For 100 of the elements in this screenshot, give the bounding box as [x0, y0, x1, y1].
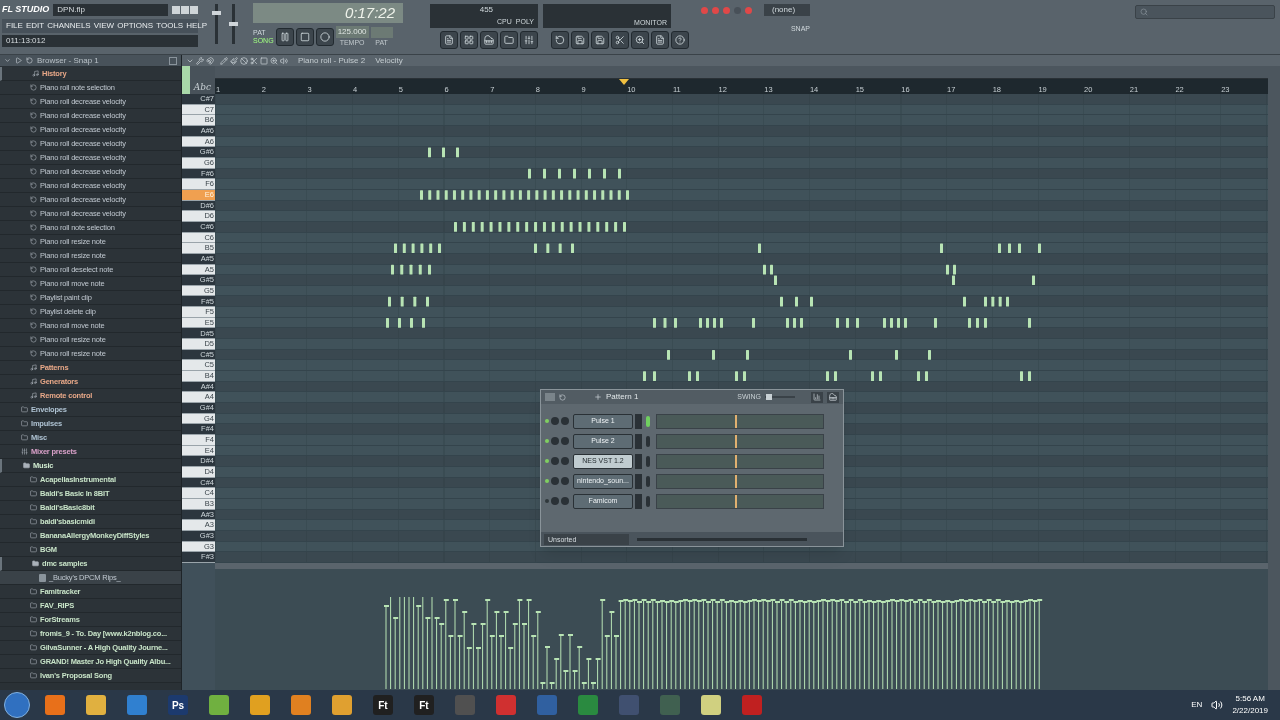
snap-dropdown[interactable]: (none)	[764, 4, 810, 16]
help-button[interactable]	[671, 31, 689, 49]
volume-knob[interactable]	[561, 477, 569, 485]
scrollbar[interactable]	[1268, 66, 1280, 690]
pan-knob[interactable]	[551, 437, 559, 445]
taskbar-app[interactable]	[86, 695, 106, 715]
key-label-button[interactable]: Abc	[190, 66, 215, 94]
restore-icon[interactable]	[181, 5, 189, 14]
clock-date[interactable]: 2/22/2019	[1232, 705, 1268, 717]
taskbar-app[interactable]	[291, 695, 311, 715]
taskbar-app[interactable]: Ft	[373, 695, 393, 715]
graph-button[interactable]	[811, 391, 823, 403]
taskbar-app[interactable]	[250, 695, 270, 715]
playhead-marker[interactable]	[619, 79, 629, 85]
zoom-button[interactable]	[631, 31, 649, 49]
volume-knob[interactable]	[561, 417, 569, 425]
language-indicator[interactable]: EN	[1191, 699, 1203, 711]
toggle-light-icon[interactable]	[745, 6, 752, 14]
back-icon[interactable]	[559, 393, 566, 401]
taskbar-app[interactable]	[578, 695, 598, 715]
pattern-title[interactable]: Pattern 1	[606, 391, 639, 403]
tempo-display[interactable]: 125.000	[335, 26, 369, 38]
pencil-icon[interactable]	[220, 56, 228, 65]
mute-light[interactable]	[545, 439, 549, 443]
taskbar-app[interactable]	[660, 695, 680, 715]
stop-button[interactable]	[295, 28, 314, 47]
mute-light[interactable]	[545, 499, 549, 503]
target-dropdown[interactable]: Velocity	[375, 54, 403, 67]
menu-icon[interactable]	[4, 57, 11, 64]
taskbar-app[interactable]	[701, 695, 721, 715]
piano-button[interactable]	[827, 391, 839, 403]
menu-item[interactable]: TOOLS	[156, 20, 184, 32]
toggle-light-icon[interactable]	[712, 6, 719, 14]
vertical-slider[interactable]	[229, 4, 238, 44]
arrow-icon[interactable]	[15, 57, 22, 64]
swing-slider[interactable]	[765, 394, 795, 400]
close-icon[interactable]	[190, 5, 198, 14]
piano-roll-button[interactable]	[480, 31, 498, 49]
taskbar-app[interactable]	[496, 695, 516, 715]
taskbar-app[interactable]	[209, 695, 229, 715]
zoom-icon[interactable]	[270, 56, 278, 65]
menu-item[interactable]: HELP	[186, 20, 208, 32]
taskbar-app[interactable]	[332, 695, 352, 715]
menu-item[interactable]: CHANNELS	[47, 20, 91, 32]
volume-knob[interactable]	[561, 437, 569, 445]
taskbar-app[interactable]	[742, 695, 762, 715]
pan-knob[interactable]	[551, 497, 559, 505]
menu-item[interactable]: FILE	[6, 20, 23, 32]
slice-icon[interactable]	[250, 56, 258, 65]
menu-item[interactable]: EDIT	[25, 20, 45, 32]
settings-icon[interactable]	[196, 56, 204, 65]
magnet-icon[interactable]	[206, 56, 214, 65]
channel-select-light[interactable]	[646, 415, 650, 427]
volume-knob[interactable]	[561, 457, 569, 465]
search-field[interactable]	[1135, 5, 1275, 19]
taskbar-app[interactable]: Ft	[414, 695, 434, 715]
taskbar-app[interactable]	[127, 695, 147, 715]
speaker-icon[interactable]	[1211, 699, 1224, 711]
menu-item[interactable]: VIEW	[93, 20, 115, 32]
taskbar-app[interactable]: Ps	[168, 695, 188, 715]
cut-button[interactable]	[611, 31, 629, 49]
channel-select-light[interactable]	[646, 455, 650, 467]
record-button[interactable]	[315, 28, 334, 47]
pause-button[interactable]	[275, 28, 294, 47]
brush-icon[interactable]	[230, 56, 238, 65]
playlist-button[interactable]	[440, 31, 458, 49]
mute-icon[interactable]	[240, 56, 248, 65]
browser-button[interactable]	[500, 31, 518, 49]
export-button[interactable]	[591, 31, 609, 49]
volume-knob[interactable]	[561, 497, 569, 505]
channel-select-light[interactable]	[646, 475, 650, 487]
undo-button[interactable]	[551, 31, 569, 49]
slider-thumb[interactable]	[212, 11, 221, 16]
channel-select-light[interactable]	[646, 435, 650, 447]
select-icon[interactable]	[260, 56, 268, 65]
vertical-slider[interactable]	[212, 4, 221, 44]
close-icon[interactable]	[169, 56, 177, 65]
mute-light[interactable]	[545, 419, 549, 423]
slider-thumb[interactable]	[766, 394, 773, 400]
step-button[interactable]	[460, 31, 478, 49]
back-icon[interactable]	[26, 57, 33, 64]
mute-light[interactable]	[545, 459, 549, 463]
slider-thumb[interactable]	[229, 22, 238, 26]
notes-button[interactable]	[651, 31, 669, 49]
toggle-light-icon[interactable]	[723, 6, 730, 14]
pan-knob[interactable]	[551, 477, 559, 485]
save-button[interactable]	[571, 31, 589, 49]
taskbar-app[interactable]	[537, 695, 557, 715]
pan-knob[interactable]	[551, 457, 559, 465]
channel-select-light[interactable]	[646, 495, 650, 507]
minimize-icon[interactable]	[172, 5, 180, 14]
add-icon[interactable]	[594, 393, 602, 401]
clock-time[interactable]: 5:56 AM	[1235, 693, 1265, 705]
mute-light[interactable]	[545, 479, 549, 483]
start-button[interactable]	[4, 692, 30, 718]
toggle-light-icon[interactable]	[701, 6, 708, 14]
mixer-button[interactable]	[520, 31, 538, 49]
pan-knob[interactable]	[551, 417, 559, 425]
menu-item[interactable]: OPTIONS	[117, 20, 154, 32]
taskbar-app[interactable]	[45, 695, 65, 715]
